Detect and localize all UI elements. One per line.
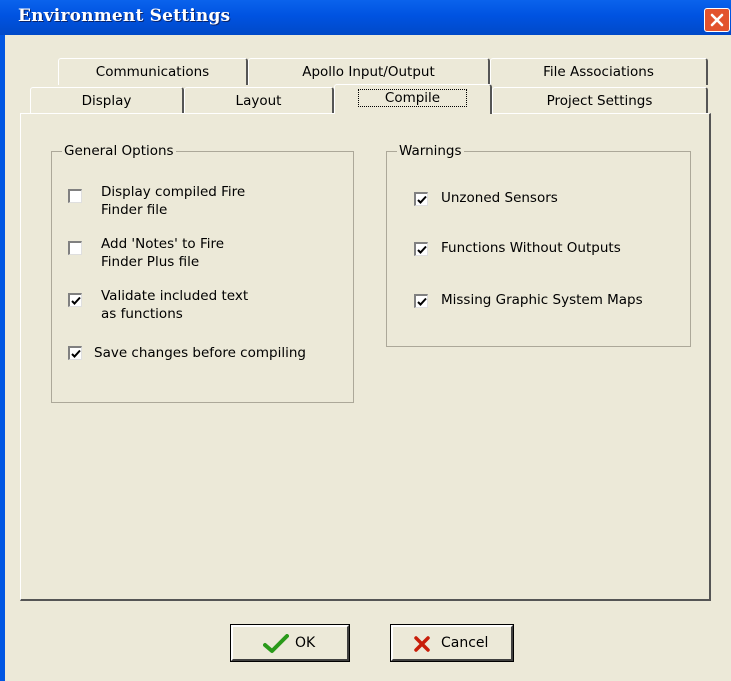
- general-options-group: General Options Display compiled Fire Fi…: [51, 143, 354, 403]
- tab-apollo-input-output[interactable]: Apollo Input/Output: [248, 58, 490, 85]
- functions-without-outputs-label: Functions Without Outputs: [441, 240, 621, 256]
- compile-tab-panel: General Options Display compiled Fire Fi…: [20, 113, 711, 601]
- tab-label: Communications: [95, 64, 210, 80]
- tab-label: Project Settings: [546, 93, 653, 109]
- tab-label: Display: [81, 93, 132, 109]
- missing-graphic-maps-label: Missing Graphic System Maps: [441, 292, 643, 308]
- validate-text-label: Validate included text as functions: [101, 287, 248, 323]
- checkmark-icon: [417, 297, 427, 306]
- tab-compile[interactable]: Compile: [334, 84, 492, 114]
- x-icon: [414, 636, 430, 652]
- environment-settings-dialog: Environment Settings Communications Apol…: [0, 0, 731, 681]
- window-title: Environment Settings: [18, 6, 231, 26]
- tab-file-associations[interactable]: File Associations: [490, 58, 708, 85]
- unzoned-sensors-checkbox[interactable]: [414, 192, 428, 206]
- functions-without-outputs-checkbox[interactable]: [414, 242, 428, 256]
- checkmark-icon: [263, 634, 289, 653]
- ok-button[interactable]: OK: [230, 624, 350, 662]
- warnings-group: Warnings Unzoned Sensors Functions Witho…: [386, 143, 691, 347]
- add-notes-label: Add 'Notes' to Fire Finder Plus file: [101, 235, 224, 271]
- tab-label: Apollo Input/Output: [302, 64, 435, 80]
- checkmark-icon: [71, 349, 81, 358]
- tab-layout[interactable]: Layout: [184, 87, 334, 114]
- add-notes-checkbox[interactable]: [68, 241, 82, 255]
- label-line: Finder Plus file: [101, 254, 200, 270]
- general-options-title: General Options: [62, 143, 176, 159]
- tab-label: Layout: [235, 93, 282, 109]
- close-button[interactable]: [704, 8, 730, 32]
- warnings-title: Warnings: [397, 143, 464, 159]
- display-compiled-label: Display compiled Fire Finder file: [101, 183, 245, 219]
- cancel-label: Cancel: [441, 635, 489, 651]
- checkmark-icon: [417, 195, 427, 204]
- label-line: Display compiled Fire: [101, 184, 246, 200]
- display-compiled-checkbox[interactable]: [68, 189, 82, 203]
- validate-text-checkbox[interactable]: [68, 293, 82, 307]
- checkmark-icon: [417, 245, 427, 254]
- cancel-button[interactable]: Cancel: [390, 624, 514, 662]
- label-line: Finder file: [101, 202, 168, 218]
- label-line: as functions: [101, 306, 183, 322]
- tab-label: File Associations: [543, 64, 654, 80]
- save-changes-label: Save changes before compiling: [94, 345, 306, 361]
- save-changes-checkbox[interactable]: [68, 346, 82, 360]
- title-bar[interactable]: Environment Settings: [0, 0, 731, 35]
- ok-label: OK: [295, 635, 316, 651]
- checkmark-icon: [71, 296, 81, 305]
- tab-project-settings[interactable]: Project Settings: [492, 87, 708, 114]
- tab-communications[interactable]: Communications: [58, 58, 248, 85]
- close-icon: [710, 13, 724, 27]
- missing-graphic-maps-checkbox[interactable]: [414, 294, 428, 308]
- tab-display[interactable]: Display: [30, 87, 184, 114]
- unzoned-sensors-label: Unzoned Sensors: [441, 190, 558, 206]
- label-line: Add 'Notes' to Fire: [101, 236, 225, 252]
- window-frame: [0, 35, 5, 681]
- label-line: Validate included text: [101, 288, 249, 304]
- tab-label: Compile: [357, 89, 468, 107]
